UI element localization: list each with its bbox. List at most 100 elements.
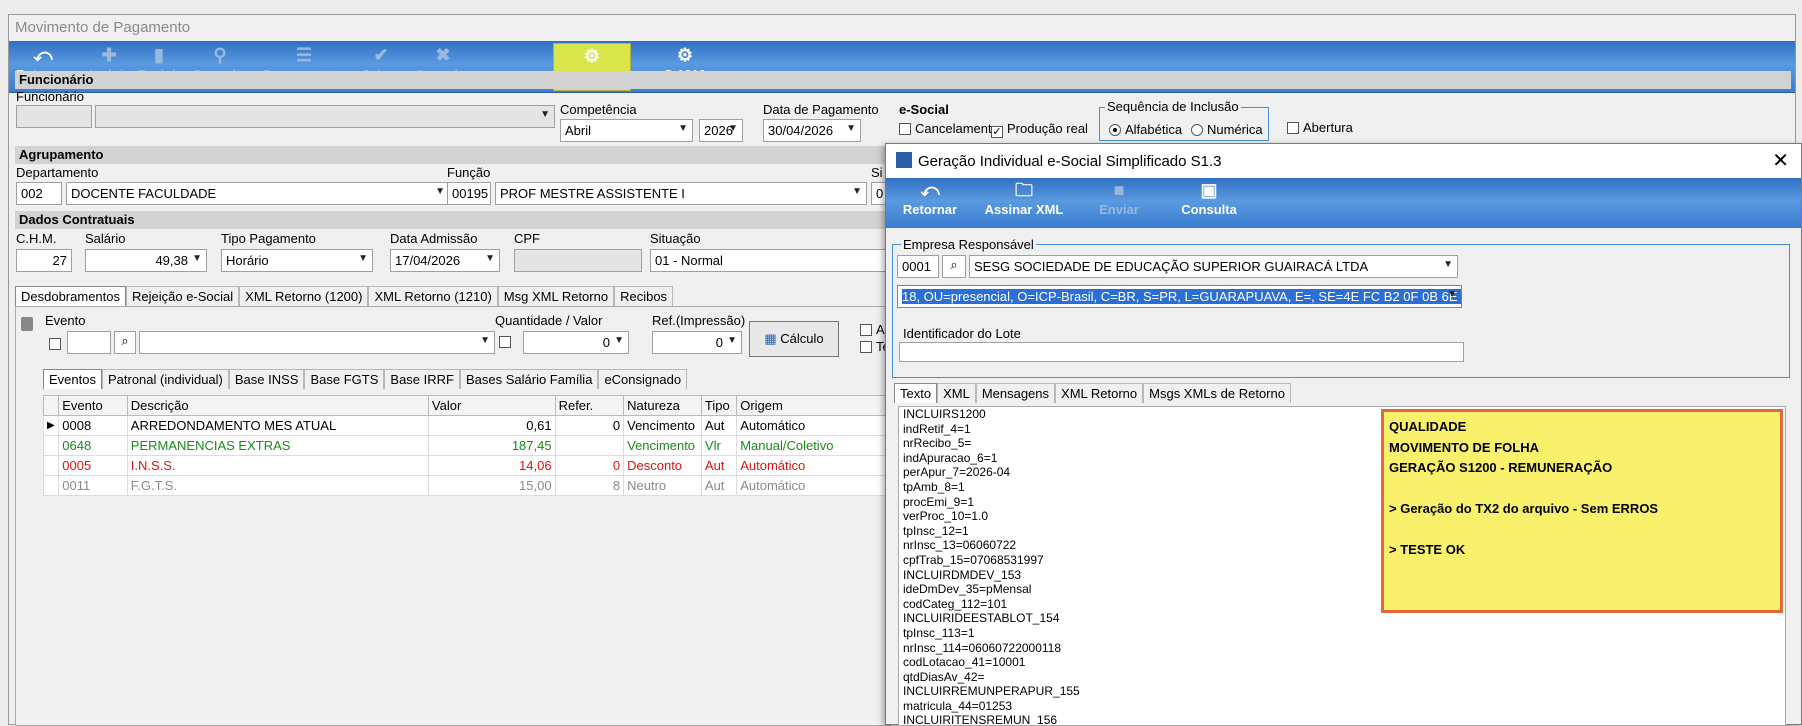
tab-rejeicao-e-social[interactable]: Rejeição e-Social [126,286,240,306]
trash-icon[interactable] [21,317,33,331]
table-row[interactable]: 0005 I.N.S.S. 14,06 0 Desconto Aut Automático [42,455,893,476]
subtab-base-fgts[interactable]: Base FGTS [304,369,385,389]
evento-code-input[interactable] [67,331,111,354]
cell-tipo: Aut [700,475,738,496]
tab-desdobramentos[interactable]: Desdobramentos [15,286,126,306]
evento-select[interactable] [139,331,495,354]
numerica-label: Numérica [1207,122,1263,137]
tx2-text: INCLUIRS1200 indRetif_4=1 nrRecibo_5= indAp… [903,407,1080,725]
trash-icon: ▮ [154,45,164,65]
subtab-base-irrf[interactable]: Base IRRF [384,369,460,389]
cell-origem: Automático [736,475,893,496]
empresa-search-button[interactable]: ⌕ [942,255,966,278]
dialog-tab-msgs-xmls-de-retorno[interactable]: Msgs XMLs de Retorno [1143,383,1291,403]
funcao-code-input[interactable]: 00195 [447,182,491,205]
competencia-mes-select[interactable]: Abril [560,119,693,142]
dialog-tab-xml[interactable]: XML [937,383,976,403]
dialog-tab-mensagens[interactable]: Mensagens [975,383,1056,403]
subtab-econsignado[interactable]: eConsignado [598,369,688,389]
cell-evento: 0008 [58,415,128,436]
competencia-ano-stepper[interactable]: 2026 [699,119,743,142]
table-row[interactable]: ▶ 0008 ARREDONDAMENTO MES ATUAL 0,61 0 Vencim… [42,415,893,436]
quantidade-checkbox[interactable] [499,334,515,349]
dialog-retornar-button[interactable]: ⤺ Retornar [890,178,970,226]
tab-msg-xml-retorno[interactable]: Msg XML Retorno [497,286,615,306]
column-header-evento[interactable]: Evento [58,395,128,416]
dialog-assinar-xml-button[interactable]: 🗀 Assinar XML [974,178,1074,226]
cell-natureza: Desconto [623,455,702,476]
column-header-tipo[interactable]: Tipo [700,395,738,416]
cell-origem: Automático [736,415,893,436]
tab-xml-retorno-1200[interactable]: XML Retorno (1200) [239,286,369,306]
text-line: tpInsc_12=1 [903,523,969,538]
cell-refer: 0 [554,455,625,476]
evento-checkbox[interactable] [49,336,65,351]
certificado-select[interactable]: 18, OU=presencial, O=ICP-Brasil, C=BR, S… [897,285,1462,308]
empresa-select[interactable]: SESG SOCIEDADE DE EDUCAÇÃO SUPERIOR GUAI… [969,255,1458,278]
side-a-checkbox[interactable]: A [860,322,885,337]
section-funcionario: Funcionário [15,71,1791,89]
lote-label: Identificador do Lote [903,326,1021,341]
alfabetica-radio[interactable]: Alfabética [1109,122,1182,137]
texto-panel[interactable]: INCLUIRS1200 indRetif_4=1 nrRecibo_5= indAp… [898,406,1786,726]
subtab-patronal-individual[interactable]: Patronal (individual) [101,369,229,389]
close-icon[interactable]: ✕ [1772,148,1789,173]
empresa-code-input[interactable]: 0001 [897,255,939,278]
funcionario-code-input[interactable] [16,105,92,128]
table-row[interactable]: 0011 F.G.T.S. 15,00 8 Neutro Aut Automático [42,475,893,496]
column-header-valor[interactable]: Valor [427,395,556,416]
tipo-pagamento-select[interactable]: Horário [221,249,373,272]
departamento-label: Departamento [16,165,99,180]
column-header-origem[interactable]: Origem [736,395,893,416]
subtab-bases-salario-familia[interactable]: Bases Salário Família [459,369,599,389]
subtab-eventos[interactable]: Eventos [43,369,102,389]
subtab-base-inss[interactable]: Base INSS [228,369,305,389]
numerica-radio[interactable]: Numérica [1191,122,1263,137]
consulta-icon: ▣ [1200,180,1218,200]
evento-search-button[interactable]: ⌕ [114,331,136,354]
quantidade-input[interactable]: 0 [523,331,629,354]
funcionario-label: Funcionário [16,89,84,104]
dialog-tab-xml-retorno[interactable]: XML Retorno [1055,383,1144,403]
situacao-select[interactable]: 01 - Normal [650,249,890,272]
dialog-enviar-button[interactable]: ■ Enviar [1086,178,1152,226]
sub-tabs: Eventos Patronal (individual) Base INSS Bas… [43,369,688,389]
chm-input[interactable]: 27 [16,249,72,272]
certificado-value: 18, OU=presencial, O=ICP-Brasil, C=BR, S… [902,289,1461,304]
row-indicator [42,475,60,496]
abertura-label: Abertura [1303,120,1353,135]
departamento-select[interactable]: DOCENTE FACULDADE [66,182,450,205]
dialog-titlebar: Geração Individual e-Social Simplificado… [886,144,1801,178]
data-admissao-input[interactable]: 17/04/2026 [390,249,500,272]
cell-tipo: Aut [700,415,738,436]
cancelamento-checkbox[interactable]: Cancelamento [899,121,999,136]
eventos-table: Evento Descrição Valor Refer. Natureza Tipo Or… [42,395,893,496]
calculo-button[interactable]: ▦ Cálculo [749,321,839,357]
tab-xml-retorno-1210[interactable]: XML Retorno (1210) [368,286,498,306]
column-header-natureza[interactable]: Natureza [623,395,702,416]
main-tabs: Desdobramentos Rejeição e-Social XML Retor… [15,286,674,306]
cell-natureza: Vencimento [623,415,702,436]
lote-input[interactable] [899,342,1464,362]
column-header-descricao[interactable]: Descrição [126,395,429,416]
funcionario-select[interactable] [95,105,555,128]
funcao-select[interactable]: PROF MESTRE ASSISTENTE I [495,182,867,205]
abertura-checkbox[interactable]: Abertura [1287,120,1353,135]
alfabetica-label: Alfabética [1125,122,1183,137]
dialog-consulta-button[interactable]: ▣ Consulta [1164,178,1254,226]
tab-recibos[interactable]: Recibos [614,286,674,306]
ref-input[interactable]: 0 [652,331,742,354]
producao-real-checkbox[interactable]: ✓ Produção real [991,121,1088,138]
salario-input[interactable]: 49,38 [85,249,207,272]
table-row[interactable]: 0648 PERMANENCIAS EXTRAS 187,45 Vencimento V… [42,435,893,456]
cpf-input[interactable] [514,249,642,272]
departamento-code-input[interactable]: 002 [16,182,62,205]
data-pagamento-input[interactable]: 30/04/2026 [763,119,861,142]
dialog-tab-texto[interactable]: Texto [894,383,938,403]
search-icon: ⌕ [950,257,958,272]
cell-natureza: Neutro [623,475,702,496]
cell-evento: 0648 [58,435,128,456]
column-header-refer[interactable]: Refer. [554,395,625,416]
ref-label: Ref.(Impressão) [652,313,746,328]
empresa-label: Empresa Responsável [901,237,1036,252]
